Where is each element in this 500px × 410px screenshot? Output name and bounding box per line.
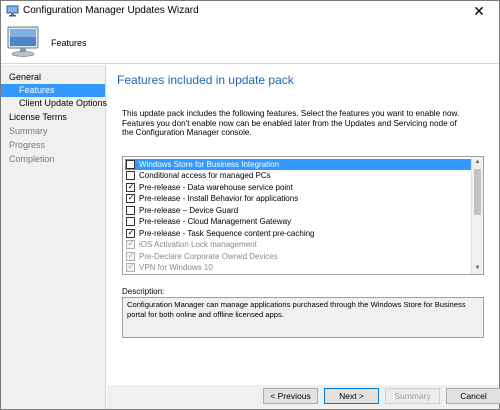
feature-label: Pre-release - Cloud Management Gateway [139, 217, 292, 226]
feature-label: Pre-release – Device Guard [139, 205, 239, 215]
feature-checkbox[interactable] [126, 217, 135, 226]
intro-line-1: This update pack includes the following … [122, 109, 460, 118]
feature-label: Pre-release - Data warehouse service poi… [139, 182, 293, 192]
window-title: Configuration Manager Updates Wizard [23, 5, 199, 16]
feature-label: iOS Activation Lock management [139, 240, 257, 249]
feature-row: ✓ VPN for Windows 10 [125, 262, 471, 274]
scroll-up-icon[interactable]: ▲ [472, 157, 483, 168]
scroll-down-icon[interactable]: ▼ [472, 263, 483, 274]
nav-item-summary: Summary [9, 126, 48, 136]
feature-checkbox[interactable]: ✓ [126, 181, 135, 192]
feature-checkbox[interactable]: ✓ [126, 227, 135, 238]
description-label: Description: [122, 287, 165, 296]
feature-row: ✓ Pre-Declare Corporate Owned Devices [125, 251, 471, 263]
feature-list-scrollbar[interactable]: ▲ ▼ [471, 157, 483, 274]
feature-label: Pre-release - Install Behavior for appli… [139, 194, 299, 203]
feature-checkbox[interactable] [126, 171, 135, 180]
scrollbar-thumb[interactable] [474, 169, 481, 215]
feature-row[interactable]: Pre-release – Device Guard [125, 205, 471, 217]
feature-label: Conditional access for managed PCs [139, 171, 271, 180]
feature-row: ✓ iOS Activation Lock management [125, 239, 471, 251]
checkmark-icon: ✓ [127, 262, 135, 271]
feature-label: Windows Store for Business Integration [139, 159, 280, 169]
nav-item-features[interactable]: Features [1, 84, 105, 97]
header-banner: Features [1, 22, 499, 64]
feature-row[interactable]: Pre-release - Cloud Management Gateway [125, 216, 471, 228]
feature-checkbox[interactable]: ✓ [126, 193, 135, 203]
checkmark-icon: ✓ [127, 193, 135, 202]
feature-checkbox[interactable] [126, 159, 135, 169]
computer-monitor-icon [5, 24, 41, 60]
feature-checkbox: ✓ [126, 239, 135, 249]
cancel-button[interactable]: Cancel [446, 388, 500, 404]
nav-item-completion: Completion [9, 154, 55, 164]
feature-row[interactable]: Conditional access for managed PCs [125, 170, 471, 182]
feature-row[interactable]: Windows Store for Business Integration [125, 158, 471, 170]
computer-icon [6, 5, 19, 17]
previous-button[interactable]: < Previous [263, 388, 318, 404]
checkmark-icon: ✓ [127, 181, 135, 191]
checkmark-icon: ✓ [127, 227, 135, 237]
header-title: Features [51, 38, 87, 48]
feature-row[interactable]: ✓ Pre-release - Task Sequence content pre… [125, 228, 471, 240]
nav-item-progress: Progress [9, 140, 46, 150]
intro-text: This update pack includes the following … [122, 109, 462, 138]
nav-item-client-update-options[interactable]: Client Update Options [1, 97, 107, 110]
wizard-window: Configuration Manager Updates Wizard ✕ F… [0, 0, 500, 410]
summary-button: Summary [385, 388, 440, 404]
feature-checkbox: ✓ [126, 250, 135, 261]
close-icon[interactable]: ✕ [459, 1, 499, 22]
page-title: Features included in update pack [117, 73, 294, 87]
checkmark-icon: ✓ [127, 239, 135, 248]
checkmark-icon: ✓ [127, 250, 135, 260]
description-box: Configuration Manager can manage applica… [122, 297, 484, 338]
nav-item-general[interactable]: General [1, 71, 105, 84]
nav-item-license-terms[interactable]: License Terms [1, 111, 105, 124]
button-bar: < Previous Next > Summary Cancel [107, 385, 500, 409]
feature-checkbox: ✓ [126, 262, 135, 272]
feature-list[interactable]: Windows Store for Business Integration Co… [122, 156, 484, 275]
feature-checkbox[interactable] [126, 205, 135, 215]
wizard-nav: General Features Client Update Options L… [1, 65, 107, 409]
feature-label: Pre-release - Task Sequence content pre-… [139, 228, 315, 238]
next-button[interactable]: Next > [324, 388, 379, 404]
intro-line-2: Features you don't enable now can be ena… [122, 118, 457, 138]
main-content: Features included in update pack This up… [107, 65, 499, 385]
feature-row[interactable]: ✓ Pre-release - Data warehouse service po… [125, 182, 471, 194]
title-bar[interactable]: Configuration Manager Updates Wizard ✕ [1, 1, 499, 22]
feature-label: Pre-Declare Corporate Owned Devices [139, 251, 278, 261]
feature-label: VPN for Windows 10 [139, 263, 213, 272]
feature-row[interactable]: ✓ Pre-release - Install Behavior for appl… [125, 193, 471, 205]
